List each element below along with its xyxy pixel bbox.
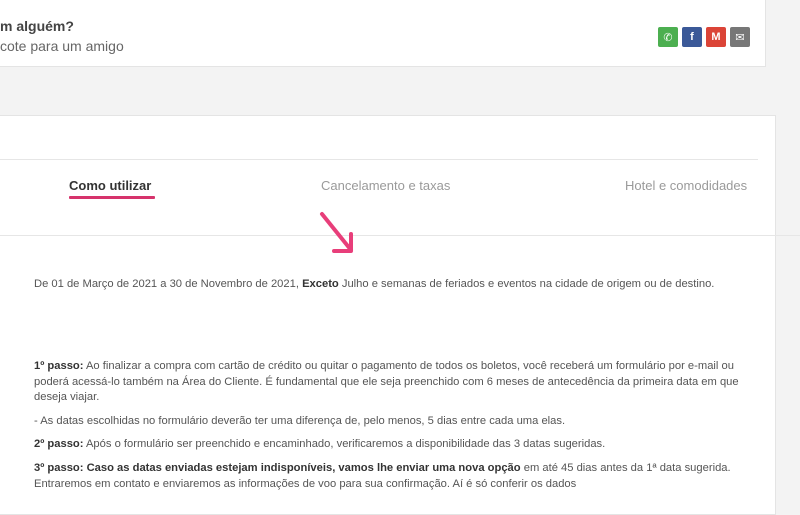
tab-como-utilizar[interactable]: Como utilizar — [69, 178, 151, 193]
tabs-divider-bottom — [0, 235, 800, 236]
whatsapp-icon: ✆ — [663, 31, 673, 44]
validity-paragraph: De 01 de Março de 2021 a 30 de Novembro … — [34, 278, 715, 290]
details-card — [0, 115, 776, 515]
tab-hotel-e-comodidades[interactable]: Hotel e comodidades — [625, 178, 747, 193]
dates-note: - As datas escolhidas no formulário deve… — [34, 415, 566, 427]
email-icon: ✉ — [735, 31, 745, 44]
share-buttons: ✆ f M ✉ — [658, 27, 750, 47]
tabs-divider-top — [0, 159, 758, 160]
share-card — [0, 0, 766, 67]
facebook-icon: f — [690, 31, 694, 43]
tab-cancelamento-e-taxas[interactable]: Cancelamento e taxas — [321, 178, 450, 193]
whatsapp-share-button[interactable]: ✆ — [658, 27, 678, 47]
step-3-paragraph: 3º passo: Caso as datas enviadas estejam… — [34, 462, 731, 490]
share-subtitle: cote para um amigo — [0, 38, 124, 54]
gmail-icon: M — [711, 31, 721, 43]
step-2-paragraph: 2º passo: Após o formulário ser preenchi… — [34, 438, 606, 450]
gmail-share-button[interactable]: M — [706, 27, 726, 47]
share-title: m alguém? — [0, 18, 74, 34]
email-share-button[interactable]: ✉ — [730, 27, 750, 47]
pointer-arrow-icon — [320, 212, 353, 253]
step-1-paragraph: 1º passo: Ao finalizar a compra com cart… — [34, 360, 739, 403]
facebook-share-button[interactable]: f — [682, 27, 702, 47]
active-tab-indicator — [69, 196, 155, 199]
